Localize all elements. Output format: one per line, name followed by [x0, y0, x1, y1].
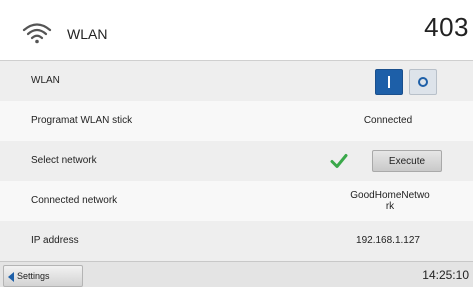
back-button-label: Settings [17, 271, 50, 281]
execute-button[interactable]: Execute [372, 150, 442, 172]
off-symbol-icon [418, 77, 428, 87]
check-icon [330, 154, 348, 168]
on-symbol-icon [388, 76, 390, 88]
row-select-network: Select network Execute [0, 141, 473, 182]
program-code: 403 [424, 12, 469, 42]
row-wlan: WLAN [0, 61, 473, 102]
wlan-stick-status: Connected [363, 115, 413, 126]
back-arrow-icon [8, 272, 14, 282]
wlan-on-button[interactable] [375, 69, 403, 95]
wlan-settings-screen: WLAN 403 WLAN Programat WLAN stick Conne… [0, 0, 473, 287]
wifi-icon [22, 23, 52, 44]
row-wlan-stick: Programat WLAN stick Connected [0, 101, 473, 142]
row-connected-network: Connected network GoodHomeNetwo rk [0, 181, 473, 222]
ip-address-value: 192.168.1.127 [356, 235, 420, 246]
row-ip-address: IP address 192.168.1.127 [0, 221, 473, 262]
row-label-connected-network: Connected network [31, 195, 118, 206]
header-bar: WLAN 403 [0, 0, 473, 61]
wlan-off-button[interactable] [409, 69, 437, 95]
clock: 14:25:10 [422, 268, 469, 282]
row-label-select-network: Select network [31, 155, 97, 166]
footer-bar: Settings 14:25:10 [0, 261, 473, 287]
row-label-wlan: WLAN [31, 75, 60, 86]
settings-back-button[interactable]: Settings [3, 265, 83, 287]
row-label-ip-address: IP address [31, 235, 79, 246]
connected-network-name: GoodHomeNetwo rk [350, 190, 430, 212]
page-title: WLAN [67, 26, 108, 42]
row-label-wlan-stick: Programat WLAN stick [31, 115, 133, 126]
